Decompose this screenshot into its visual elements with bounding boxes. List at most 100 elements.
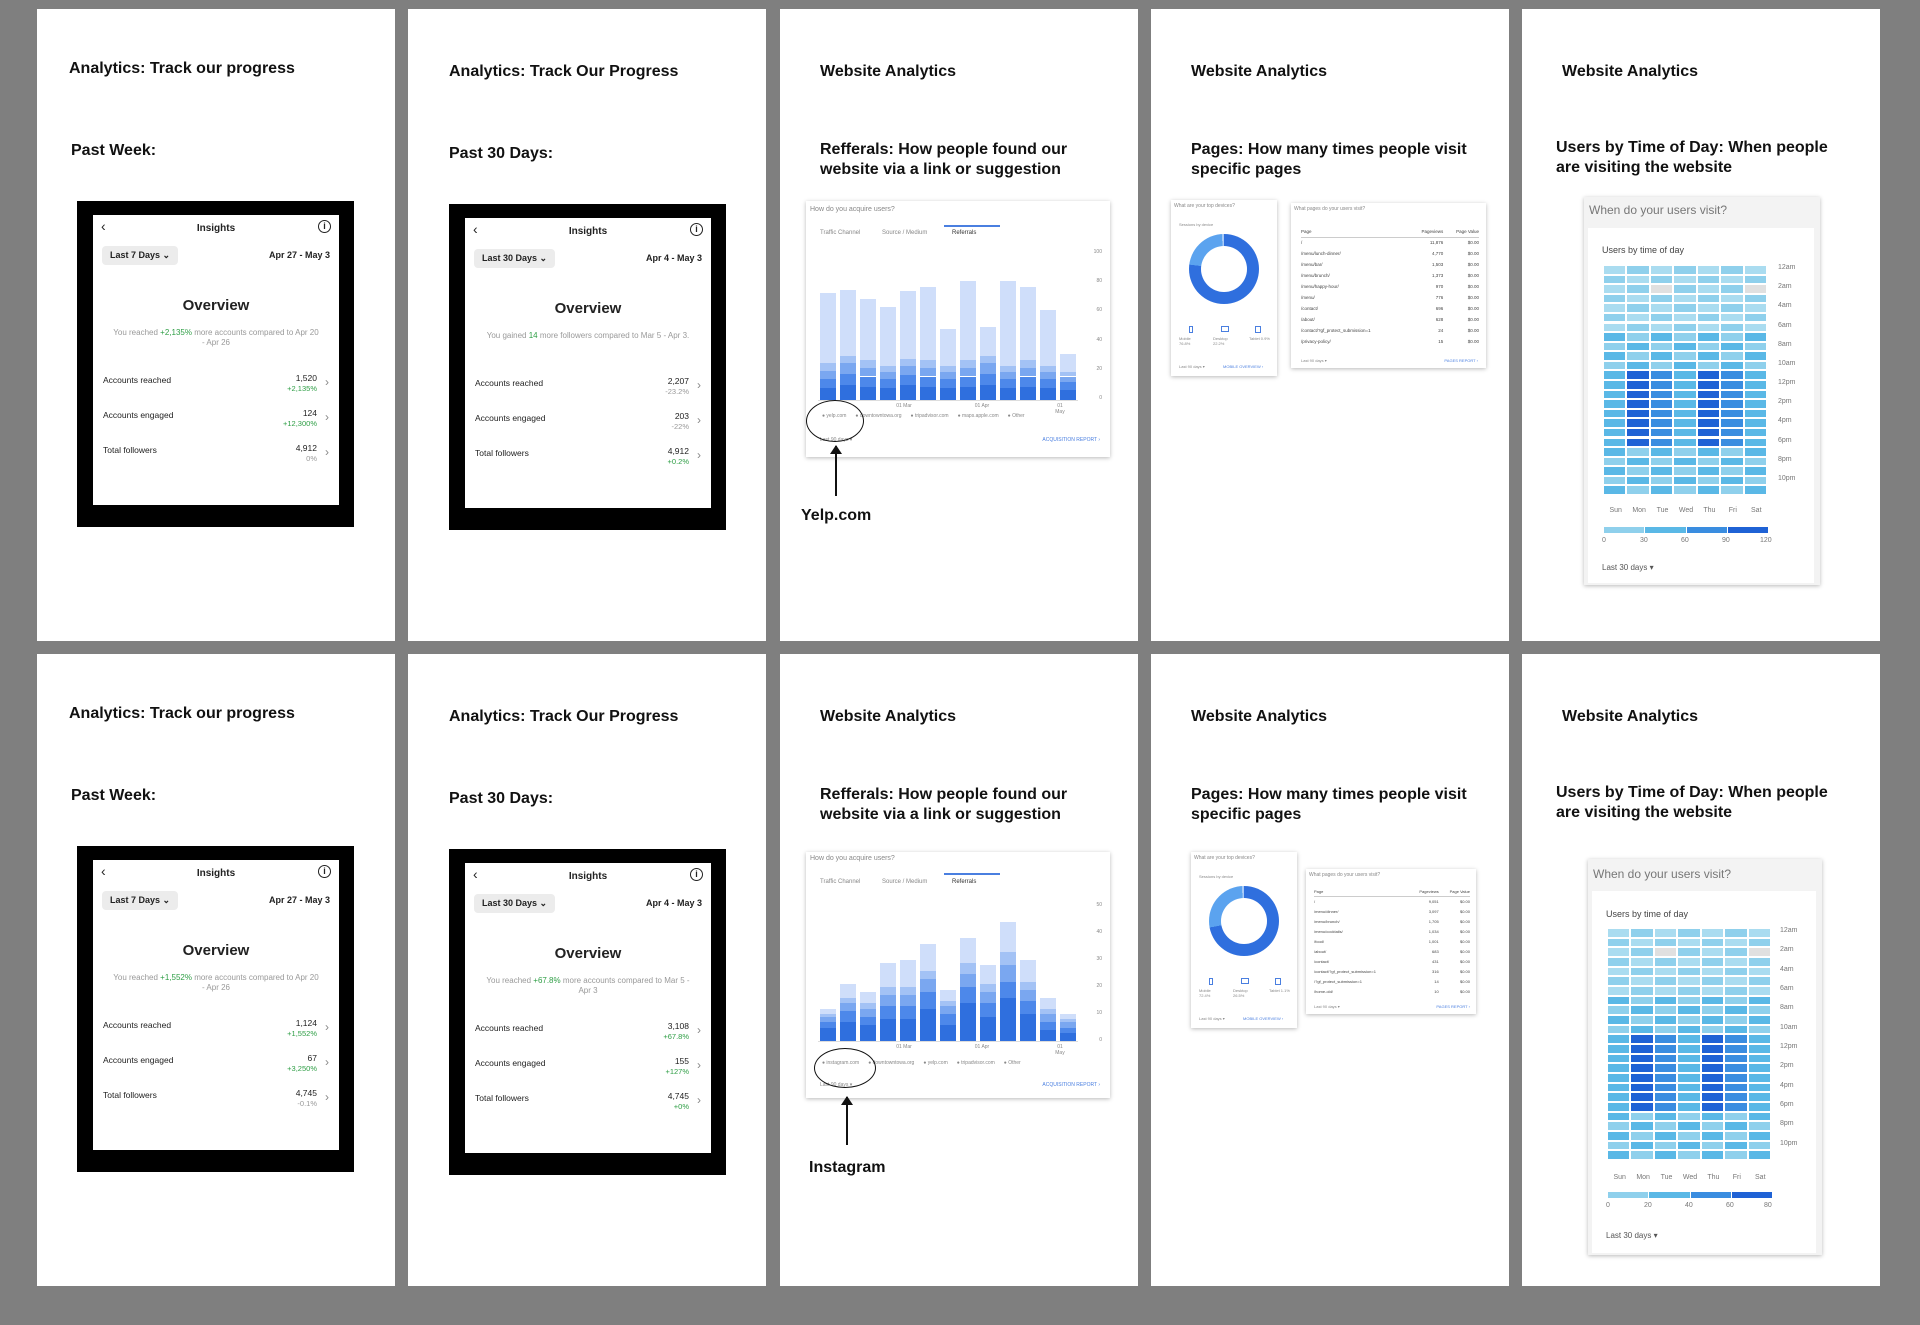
table-row[interactable]: /9,051 $0.00 [1314,896,1470,906]
date-range: Apr 4 - May 3 [645,898,702,908]
device-stat: Tablet 0.9% [1249,336,1270,341]
hour-labels: 12am 2am 4am 6am 8am 10am 12pm 2pm 4pm 6pm 8pm 10pm [1778,264,1814,504]
bar-segment [919,970,937,979]
heatmap-cell [1631,1025,1653,1034]
date-range-dropdown[interactable]: Last 30 days ▾ [1602,563,1654,572]
date-range-dropdown[interactable]: Last 90 days ▾ [1179,364,1205,369]
table-row[interactable]: /11,876 $0.00 [1301,237,1479,248]
heatmap-cell [1678,1045,1700,1053]
metric-row[interactable]: Total followers 4,745 +0% › [475,1091,701,1115]
date-filter-button[interactable]: Last 7 Days ⌄ [102,246,179,265]
metric-row[interactable]: Accounts engaged 203 -22% › [475,411,701,435]
bar-segment [1039,372,1057,380]
date-filter-button[interactable]: Last 7 Days ⌄ [102,891,179,910]
table-row[interactable]: /menu/dinner/3,097 $0.00 [1314,906,1470,916]
heatmap-cell [1701,1151,1724,1159]
mobile-overview-link[interactable]: MOBILE OVERVIEW › [1223,364,1263,369]
date-filter-button[interactable]: Last 30 Days ⌄ [474,894,556,913]
heatmap-cell [1744,486,1766,494]
metric-row[interactable]: Total followers 4,912 +0.2% › [475,446,701,470]
heatmap-cell [1674,275,1696,284]
heatmap-cell [1604,294,1626,303]
info-icon[interactable]: i [690,223,703,236]
heatmap-cell [1721,352,1743,360]
info-icon[interactable]: i [318,220,331,233]
annotation-label: Yelp.com [801,507,872,524]
metric-row[interactable]: Total followers 4,745 -0.1% › [103,1088,329,1112]
table-row[interactable]: /menu/cocktails/1,034 $0.00 [1314,926,1470,936]
table-row[interactable]: /contact/696 $0.00 [1301,303,1479,314]
date-range-dropdown[interactable]: Last 90 days ▾ [1301,358,1327,363]
bar-segment [1059,354,1077,373]
pages-report-link[interactable]: PAGES REPORT › [1436,1004,1470,1009]
table-row[interactable]: /contact/?gf_protect_submission=1 24 $0.00 [1301,325,1479,336]
heatmap-cell [1748,938,1770,947]
acquisition-report-link[interactable]: ACQUISITION REPORT › [1042,437,1100,443]
table-row[interactable]: /menu/brunch/1,705 $0.00 [1314,916,1470,926]
tab-referrals[interactable]: Referrals [952,879,976,885]
chevron-right-icon: › [697,378,701,392]
mobile-overview-link[interactable]: MOBILE OVERVIEW › [1243,1016,1283,1021]
bar-segment [819,388,837,400]
date-range-dropdown[interactable]: Last 30 days ▾ [1606,1231,1658,1240]
bar-segment [819,1027,837,1041]
heatmap-cell [1627,457,1649,466]
heatmap-cell [1748,987,1770,995]
metric-row[interactable]: Accounts reached 3,108 +67.8% › [475,1021,701,1045]
bar-segment [979,326,997,356]
date-filter-button[interactable]: Last 30 Days ⌄ [474,249,556,268]
table-row[interactable]: /menu/lunch-dinner/4,770 $0.00 [1301,248,1479,259]
day-label: Thu [1703,507,1716,514]
table-row[interactable]: /home-old/10 $0.00 [1314,986,1470,996]
heatmap-cell [1725,1064,1747,1072]
metric-row[interactable]: Accounts reached 1,124 +1,552% › [103,1018,329,1042]
heatmap-cell [1701,1141,1724,1150]
heatmap-cell [1604,486,1626,494]
bar-segment [819,363,837,371]
table-row[interactable]: /menu/776 $0.00 [1301,292,1479,303]
date-range-dropdown[interactable]: Last 90 days ▾ [1314,1004,1340,1009]
heatmap-cell [1627,361,1649,370]
tab-source-medium[interactable]: Source / Medium [882,230,927,236]
table-row[interactable]: /contact/431 $0.00 [1314,956,1470,966]
metric-row[interactable]: Accounts engaged 124 +12,300% › [103,408,329,432]
bar-segment [959,987,977,1004]
pages-report-link[interactable]: PAGES REPORT › [1444,358,1478,363]
heatmap-cell [1650,409,1673,418]
metric-row[interactable]: Accounts reached 1,520 +2,135% › [103,373,329,397]
table-row[interactable]: /privacy-policy/15 $0.00 [1301,336,1479,347]
info-icon[interactable]: i [318,865,331,878]
heatmap-cell [1608,1093,1630,1101]
bar-segment [879,1005,897,1020]
metric-row[interactable]: Accounts engaged 67 +3,250% › [103,1053,329,1077]
table-header: Page [1301,229,1312,235]
y-tick-label: 20 [1096,983,1102,989]
metric-row[interactable]: Total followers 4,912 0% › [103,443,329,467]
heatmap-cell [1748,948,1770,956]
heatmap-cell [1721,275,1743,284]
table-row[interactable]: /menu/happy-hour/970 $0.00 [1301,281,1479,292]
x-tick-label: 01 May [1055,403,1065,415]
table-row[interactable]: /menu/brunch/1,373 $0.00 [1301,270,1479,281]
heatmap-cell [1608,1083,1630,1092]
tab-traffic-channel[interactable]: Traffic Channel [820,230,860,236]
bar-segment [859,1024,877,1041]
tab-source-medium[interactable]: Source / Medium [882,879,927,885]
info-icon[interactable]: i [690,868,703,881]
table-row[interactable]: /food/1,001 $0.00 [1314,936,1470,946]
slide-subtitle: Past Week: [71,142,157,159]
metric-row[interactable]: Accounts reached 2,207 -23.2% › [475,376,701,400]
tab-referrals[interactable]: Referrals [952,230,976,236]
acquisition-report-link[interactable]: ACQUISITION REPORT › [1042,1082,1100,1088]
pages-card: What pages do your users visit? Page Page… [1306,869,1476,1014]
table-row[interactable]: /about/683 $0.00 [1314,946,1470,956]
table-row[interactable]: /about/628 $0.00 [1301,314,1479,325]
heatmap-cell [1631,1151,1653,1159]
heatmap-cell [1744,419,1766,427]
table-row[interactable]: /?gf_protect_submission=1 14 $0.00 [1314,976,1470,986]
table-row[interactable]: /menu/bar/1,503 $0.00 [1301,259,1479,270]
tab-traffic-channel[interactable]: Traffic Channel [820,879,860,885]
date-range-dropdown[interactable]: Last 90 days ▾ [1199,1016,1225,1021]
table-row[interactable]: /contact/?gf_protect_submission=1 316 $0.0… [1314,966,1470,976]
metric-row[interactable]: Accounts engaged 155 +127% › [475,1056,701,1080]
